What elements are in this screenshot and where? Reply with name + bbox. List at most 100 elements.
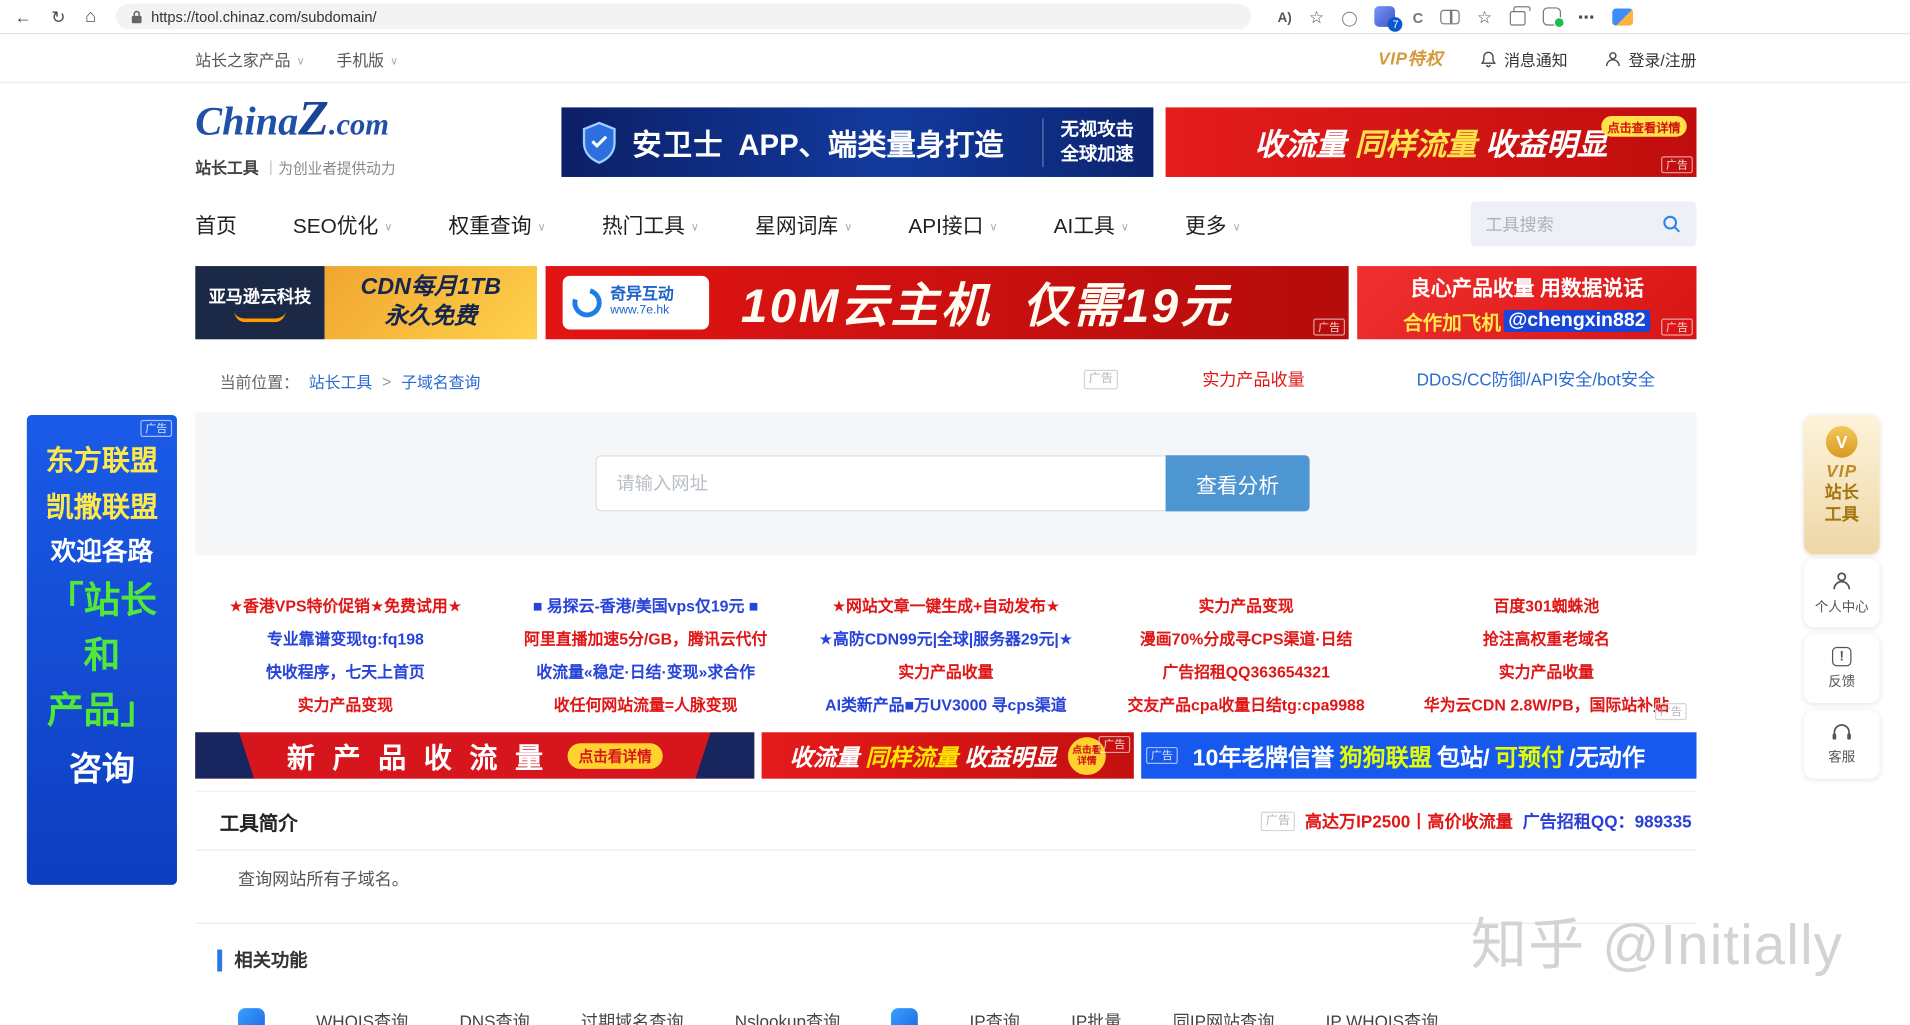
amazon-smile-icon bbox=[234, 311, 286, 322]
text-ad-link[interactable]: ★网站文章一键生成+自动发布★ bbox=[832, 593, 1060, 616]
chevron-down-icon bbox=[1233, 212, 1241, 236]
logo-tagline: 站长工具 ｜为创业者提供动力 bbox=[195, 155, 395, 178]
text-ad-link[interactable]: 交友产品cpa收量日结tg:cpa9988 bbox=[1128, 692, 1365, 715]
nav-item-api[interactable]: API接口 bbox=[908, 209, 997, 240]
address-bar[interactable]: https://tool.chinaz.com/subdomain/ bbox=[115, 3, 1251, 30]
related-link[interactable]: IP批量 bbox=[1071, 1009, 1121, 1025]
vip-privilege-link[interactable]: VIP特权 bbox=[1378, 46, 1443, 70]
vip-badge-line2: 站长 bbox=[1824, 482, 1859, 502]
notifications-link[interactable]: 消息通知 bbox=[1480, 47, 1568, 70]
traffic-income-banner-ad[interactable]: 收流量 同样流量 收益明显 点击看详情 广告 bbox=[761, 732, 1134, 779]
text-ad-link[interactable]: 抢注高权重老域名 bbox=[1483, 626, 1610, 649]
analyze-button[interactable]: 查看分析 bbox=[1165, 455, 1310, 512]
favorite-star-icon[interactable] bbox=[1309, 8, 1324, 25]
banner-text-4: 可预付 bbox=[1494, 745, 1565, 771]
tool-intro-header: 工具简介 广告 高达万IP2500丨高价收流量 广告招租QQ：989335 bbox=[195, 790, 1697, 851]
related-link[interactable]: 同IP网站查询 bbox=[1173, 1009, 1275, 1025]
nav-item-lexicon[interactable]: 星网词库 bbox=[755, 209, 852, 240]
nav-item-ai[interactable]: AI工具 bbox=[1054, 209, 1129, 240]
related-link[interactable]: DNS查询 bbox=[459, 1009, 529, 1025]
nav-item-weight[interactable]: 权重查询 bbox=[449, 209, 546, 240]
text-ad-link[interactable]: 华为云CDN 2.8W/PB，国际站补贴 bbox=[1424, 692, 1669, 715]
text-ad-link[interactable]: 快收程序，七天上首页 bbox=[266, 659, 425, 682]
related-link[interactable]: WHOIS查询 bbox=[316, 1009, 408, 1025]
text-ad-link[interactable]: ★香港VPS特价促销★免费试用★ bbox=[229, 593, 462, 616]
back-icon[interactable] bbox=[15, 8, 32, 25]
ad-tag: 广告 bbox=[718, 757, 751, 776]
extension-icon[interactable]: 7 bbox=[1374, 6, 1403, 32]
qiyi-logo: 奇异互动 www.7e.hk bbox=[562, 275, 710, 330]
favorites-bar-icon[interactable] bbox=[1477, 8, 1492, 25]
read-aloud-icon[interactable] bbox=[1278, 7, 1292, 25]
breadcrumb-home-link[interactable]: 站长工具 bbox=[309, 370, 372, 393]
chinaz-logo[interactable]: ChinaZ.com 站长工具 ｜为创业者提供动力 bbox=[195, 92, 395, 178]
header-banner-traffic-ad[interactable]: 收流量 同样流量 收益明显 点击查看详情 广告 bbox=[1165, 107, 1697, 177]
aws-cdn-banner-ad[interactable]: 亚马逊云科技 CDN每月1TB 永久免费 bbox=[195, 266, 538, 340]
inline-text-ad[interactable]: 实力产品收量 bbox=[1202, 367, 1305, 391]
sidebar-icon[interactable] bbox=[1611, 7, 1633, 26]
inline-ad-red[interactable]: 高达万IP2500丨高价收流量 bbox=[1305, 809, 1513, 833]
collections-icon[interactable] bbox=[1509, 6, 1531, 26]
gougou-alliance-banner-ad[interactable]: 广告 10年老牌信誉 狗狗联盟 包站/ 可预付 /无动作 bbox=[1141, 732, 1697, 779]
text-ad-link[interactable]: 实力产品收量 bbox=[898, 659, 993, 682]
left-vertical-ad[interactable]: 广告 东方联盟 凯撒联盟 欢迎各路 「站长 和 产品」 咨询 bbox=[26, 414, 177, 885]
breadcrumb-current-link[interactable]: 子域名查询 bbox=[401, 370, 480, 393]
extension-c-icon[interactable] bbox=[1413, 8, 1424, 25]
related-link[interactable]: 过期域名查询 bbox=[581, 1009, 684, 1025]
mobile-version-menu[interactable]: 手机版 bbox=[336, 47, 398, 70]
nav-item-seo[interactable]: SEO优化 bbox=[293, 209, 392, 240]
text-ad-link[interactable]: 收流量«稳定·日结·变现»求合作 bbox=[536, 659, 755, 682]
tool-search-input[interactable] bbox=[1485, 214, 1662, 234]
related-link[interactable]: Nslookup查询 bbox=[735, 1009, 840, 1025]
domain-input[interactable] bbox=[595, 455, 1166, 512]
refresh-icon[interactable] bbox=[51, 8, 65, 25]
related-link[interactable]: IP查询 bbox=[970, 1009, 1020, 1025]
header-banner-shield-ad[interactable]: 安卫士 APP、端类量身打造 无视攻击 全球加速 bbox=[561, 107, 1154, 177]
text-ad-link[interactable]: 广告招租QQ363654321 bbox=[1162, 659, 1330, 682]
user-center-button[interactable]: 个人中心 bbox=[1803, 558, 1880, 628]
security-text-ad[interactable]: DDoS/CC防御/API安全/bot安全 bbox=[1417, 367, 1655, 391]
traffic-stats-banner-ad[interactable]: 良心产品收量 用数据说话 合作加飞机 @chengxin882 广告 bbox=[1357, 266, 1697, 340]
text-ad-link[interactable]: 实力产品收量 bbox=[1499, 659, 1594, 682]
cloud-host-banner-ad[interactable]: 奇异互动 www.7e.hk 10M云主机 仅需19元 广告 bbox=[545, 266, 1349, 340]
ad-tag: 广告 bbox=[1313, 318, 1345, 336]
login-register-link[interactable]: 登录/注册 bbox=[1604, 47, 1696, 70]
feedback-button[interactable]: 反馈 bbox=[1803, 634, 1880, 704]
customer-service-button[interactable]: 客服 bbox=[1803, 710, 1880, 779]
nav-item-home[interactable]: 首页 bbox=[195, 209, 236, 240]
text-ad-link[interactable]: ★高防CDN99元|全球|服务器29元|★ bbox=[819, 626, 1073, 649]
nav-item-more[interactable]: 更多 bbox=[1185, 209, 1241, 240]
utility-right: VIP特权 消息通知 登录/注册 bbox=[1378, 34, 1696, 83]
browser-tools-icon[interactable] bbox=[1542, 7, 1565, 29]
nav-item-hot-tools[interactable]: 热门工具 bbox=[602, 209, 699, 240]
nav-label: AI工具 bbox=[1053, 214, 1115, 238]
nav-items: 首页 SEO优化 权重查询 热门工具 星网词库 API接口 AI工具 更多 bbox=[195, 189, 1240, 259]
text-ad-link[interactable]: 漫画70%分成寻CPS渠道·日结 bbox=[1140, 626, 1352, 649]
text-ads-column: 百度301蜘蛛池 抢注高权重老域名 实力产品收量 华为云CDN 2.8W/PB，… bbox=[1396, 574, 1696, 725]
search-icon[interactable] bbox=[1661, 214, 1682, 235]
inline-ad-blue[interactable]: 广告招租QQ：989335 bbox=[1523, 809, 1692, 833]
new-product-banner-ad[interactable]: 新 产 品 收 流 量 点击看详情 广告 bbox=[195, 732, 755, 779]
text-ad-link[interactable]: ■ 易探云-香港/美国vps仅19元 ■ bbox=[533, 593, 758, 616]
more-menu-icon[interactable] bbox=[1578, 8, 1595, 25]
text-ad-link[interactable]: 专业靠谱变现tg:fq198 bbox=[267, 626, 424, 649]
bell-icon bbox=[1481, 51, 1497, 67]
split-screen-icon[interactable] bbox=[1440, 9, 1460, 24]
main-nav: 首页 SEO优化 权重查询 热门工具 星网词库 API接口 AI工具 更多 bbox=[0, 189, 1910, 259]
text-ad-link[interactable]: 收任何网站流量=人脉变现 bbox=[554, 692, 738, 715]
home-icon[interactable] bbox=[85, 7, 96, 25]
text-ad-link[interactable]: 百度301蜘蛛池 bbox=[1493, 593, 1599, 616]
text-ad-link[interactable]: 实力产品变现 bbox=[1199, 593, 1294, 616]
qiyi-site-url: www.7e.hk bbox=[610, 303, 670, 318]
lock-icon bbox=[131, 10, 142, 23]
text-ad-link[interactable]: 阿里直播加速5分/GB，腾讯云代付 bbox=[524, 626, 767, 649]
vip-tools-badge[interactable]: VIP 站长 工具 bbox=[1803, 414, 1880, 555]
related-link[interactable]: IP WHOIS查询 bbox=[1326, 1009, 1439, 1025]
products-menu[interactable]: 站长之家产品 bbox=[195, 47, 304, 70]
ad-tag: 广告 bbox=[1260, 811, 1296, 831]
site-utility-bar: 站长之家产品 手机版 VIP特权 消息通知 登录/注册 bbox=[0, 34, 1910, 83]
text-ad-link[interactable]: 实力产品变现 bbox=[298, 692, 393, 715]
browser-essentials-icon[interactable] bbox=[1341, 8, 1357, 25]
text-ad-link[interactable]: AI类新产品■万UV3000 寻cps渠道 bbox=[825, 692, 1066, 715]
banner-text-2: 同样流量 bbox=[865, 745, 959, 771]
